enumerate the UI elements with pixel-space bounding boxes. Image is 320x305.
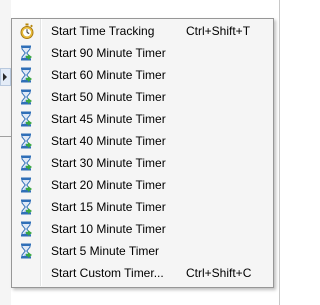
background-window-border	[279, 0, 280, 305]
menu-item-start-15-minute-timer[interactable]: Start 15 Minute Timer	[14, 196, 273, 218]
hourglass-icon	[19, 111, 35, 127]
chevron-right-icon	[3, 73, 7, 81]
menu-item-start-10-minute-timer[interactable]: Start 10 Minute Timer	[14, 218, 273, 240]
background-divider	[0, 136, 11, 137]
menu-item-label: Start 30 Minute Timer	[51, 156, 166, 170]
menu-item-start-60-minute-timer[interactable]: Start 60 Minute Timer	[14, 64, 273, 86]
menu-item-label: Start 20 Minute Timer	[51, 178, 166, 192]
hourglass-icon	[19, 243, 35, 259]
hourglass-icon	[19, 89, 35, 105]
background-window-edge	[0, 0, 11, 305]
menu-item-start-45-minute-timer[interactable]: Start 45 Minute Timer	[14, 108, 273, 130]
menu-item-start-40-minute-timer[interactable]: Start 40 Minute Timer	[14, 130, 273, 152]
menu-item-start-50-minute-timer[interactable]: Start 50 Minute Timer	[14, 86, 273, 108]
submenu-parent-indicator[interactable]	[0, 68, 11, 86]
menu-item-label: Start 90 Minute Timer	[51, 46, 166, 60]
menu-item-label: Start 60 Minute Timer	[51, 68, 166, 82]
menu-item-start-5-minute-timer[interactable]: Start 5 Minute Timer	[14, 240, 273, 262]
menu-item-label: Start 5 Minute Timer	[51, 244, 160, 258]
menu-item-label: Start 15 Minute Timer	[51, 200, 166, 214]
hourglass-icon	[19, 221, 35, 237]
menu-item-label: Start Custom Timer...	[51, 266, 164, 280]
hourglass-icon	[19, 199, 35, 215]
hourglass-icon	[19, 45, 35, 61]
menu-item-shortcut: Ctrl+Shift+T	[186, 24, 251, 38]
timer-context-menu: Start Time Tracking Ctrl+Shift+T Start 9…	[11, 18, 274, 288]
menu-item-start-20-minute-timer[interactable]: Start 20 Minute Timer	[14, 174, 273, 196]
menu-item-label: Start 10 Minute Timer	[51, 222, 166, 236]
hourglass-icon	[19, 67, 35, 83]
menu-item-label: Start 40 Minute Timer	[51, 134, 166, 148]
menu-item-start-time-tracking[interactable]: Start Time Tracking Ctrl+Shift+T	[14, 20, 273, 42]
hourglass-icon	[19, 177, 35, 193]
menu-item-shortcut: Ctrl+Shift+C	[186, 266, 252, 280]
menu-item-label: Start 50 Minute Timer	[51, 90, 166, 104]
menu-item-label: Start Time Tracking	[51, 24, 155, 38]
stopwatch-icon	[19, 23, 35, 39]
menu-item-start-custom-timer[interactable]: Start Custom Timer... Ctrl+Shift+C	[14, 262, 273, 284]
menu-body: Start Time Tracking Ctrl+Shift+T Start 9…	[13, 19, 272, 286]
menu-item-label: Start 45 Minute Timer	[51, 112, 166, 126]
menu-item-start-90-minute-timer[interactable]: Start 90 Minute Timer	[14, 42, 273, 64]
hourglass-icon	[19, 155, 35, 171]
menu-item-start-30-minute-timer[interactable]: Start 30 Minute Timer	[14, 152, 273, 174]
hourglass-icon	[19, 133, 35, 149]
